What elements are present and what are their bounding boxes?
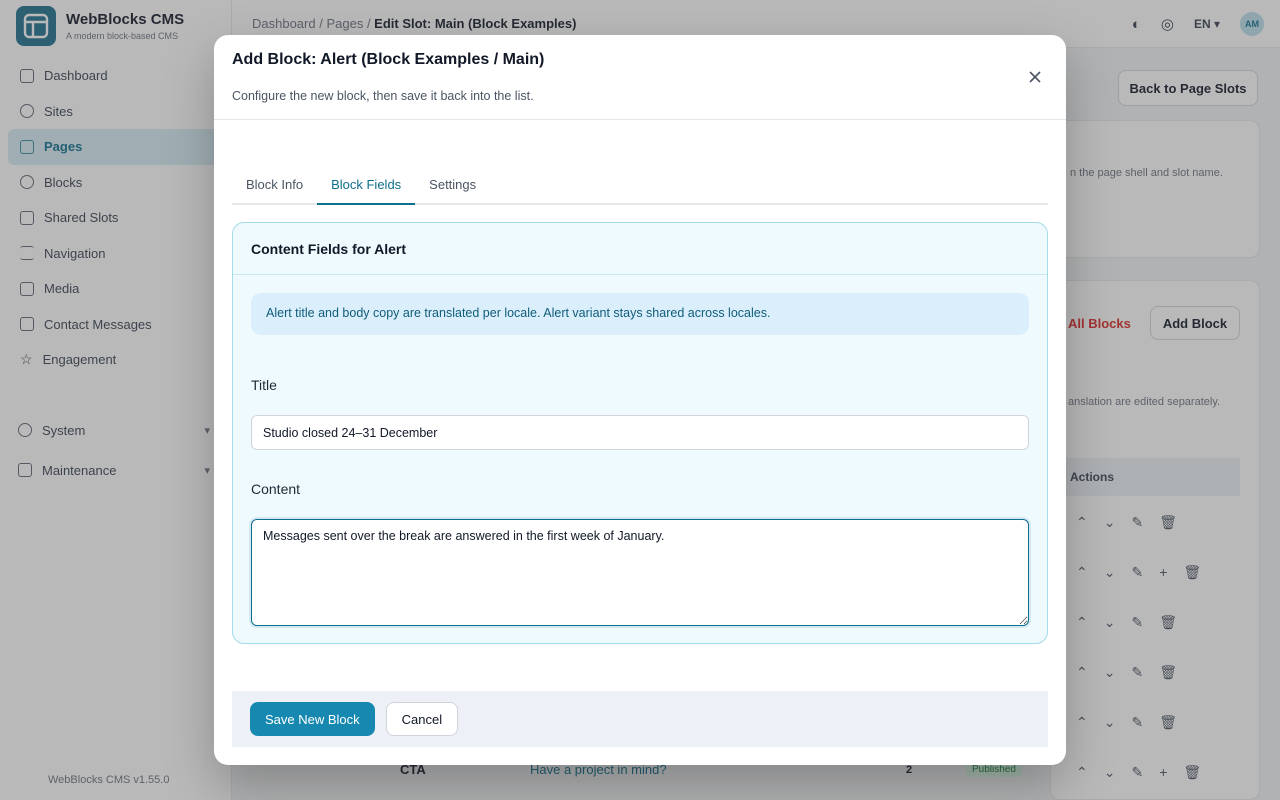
- content-fields-card: Content Fields for Alert Alert title and…: [232, 222, 1048, 644]
- title-field[interactable]: [251, 415, 1029, 450]
- content-field-label: Content: [251, 481, 301, 497]
- modal-tabs: Block Info Block Fields Settings: [232, 165, 1048, 205]
- tab-block-info[interactable]: Block Info: [232, 165, 317, 203]
- title-field-label: Title: [251, 377, 277, 393]
- tab-block-fields[interactable]: Block Fields: [317, 165, 416, 205]
- close-icon: [1029, 71, 1041, 83]
- tab-settings[interactable]: Settings: [415, 165, 490, 203]
- locale-info-notice: Alert title and body copy are translated…: [251, 293, 1029, 335]
- add-block-modal: Add Block: Alert (Block Examples / Main)…: [214, 35, 1066, 765]
- close-button[interactable]: [1026, 68, 1044, 86]
- modal-header: Add Block: Alert (Block Examples / Main)…: [214, 35, 1066, 120]
- modal-title: Add Block: Alert (Block Examples / Main): [232, 51, 545, 68]
- cancel-button[interactable]: Cancel: [385, 702, 459, 736]
- content-fields-title: Content Fields for Alert: [233, 223, 1047, 275]
- save-new-block-button[interactable]: Save New Block: [250, 702, 375, 736]
- modal-subtitle: Configure the new block, then save it ba…: [232, 89, 534, 103]
- content-field[interactable]: Messages sent over the break are answere…: [251, 519, 1029, 626]
- modal-footer: Save New Block Cancel: [232, 691, 1048, 747]
